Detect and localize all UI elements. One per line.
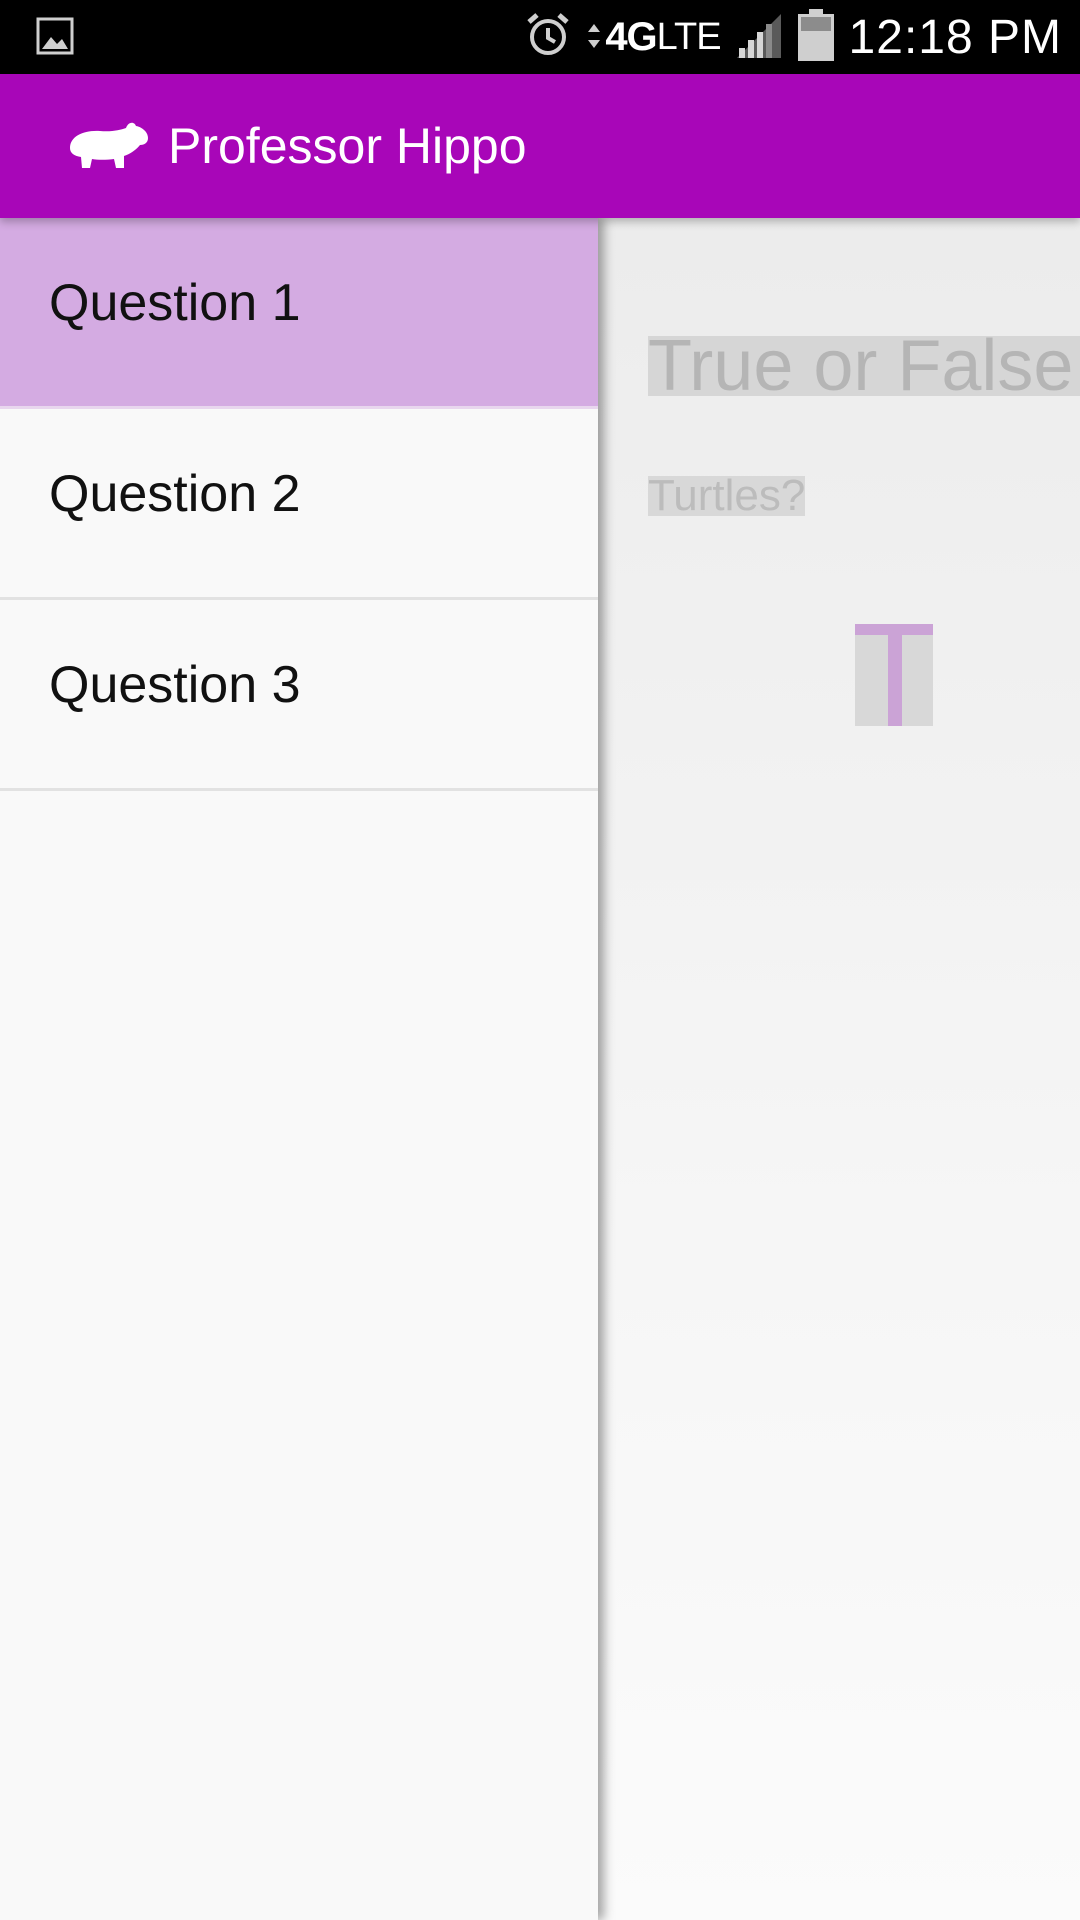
question-type-title: True or False	[648, 330, 1080, 402]
data-arrows-icon	[587, 22, 601, 53]
question-text: Turtles?	[648, 471, 806, 520]
signal-icon	[735, 10, 783, 65]
drawer-item-label: Question 3	[49, 656, 301, 714]
status-icons: 4G LTE 12:18 PM	[523, 0, 1062, 74]
app-title: Professor Hippo	[168, 118, 527, 174]
status-time: 12:18 PM	[848, 10, 1062, 64]
true-answer-button[interactable]: T	[855, 624, 933, 726]
drawer-item-question-1[interactable]: Question 1	[0, 218, 598, 409]
network-suffix: LTE	[656, 15, 722, 58]
gallery-icon	[36, 17, 74, 55]
alarm-icon	[523, 10, 573, 65]
network-type: 4G	[605, 14, 657, 59]
hippo-icon[interactable]	[64, 118, 152, 174]
drawer-item-label: Question 1	[49, 274, 301, 332]
network-indicator: 4G LTE	[587, 14, 722, 60]
navigation-drawer: Question 1 Question 2 Question 3	[0, 218, 598, 1920]
drawer-item-question-3[interactable]: Question 3	[0, 600, 598, 791]
battery-icon	[797, 8, 835, 67]
drawer-item-label: Question 2	[49, 465, 301, 523]
true-answer-label: T	[855, 624, 933, 726]
question-content: True or False Turtles? T	[598, 218, 1080, 1920]
app-bar: Professor Hippo	[0, 74, 1080, 218]
drawer-item-question-2[interactable]: Question 2	[0, 409, 598, 600]
status-bar: 4G LTE 12:18 PM	[0, 0, 1080, 74]
